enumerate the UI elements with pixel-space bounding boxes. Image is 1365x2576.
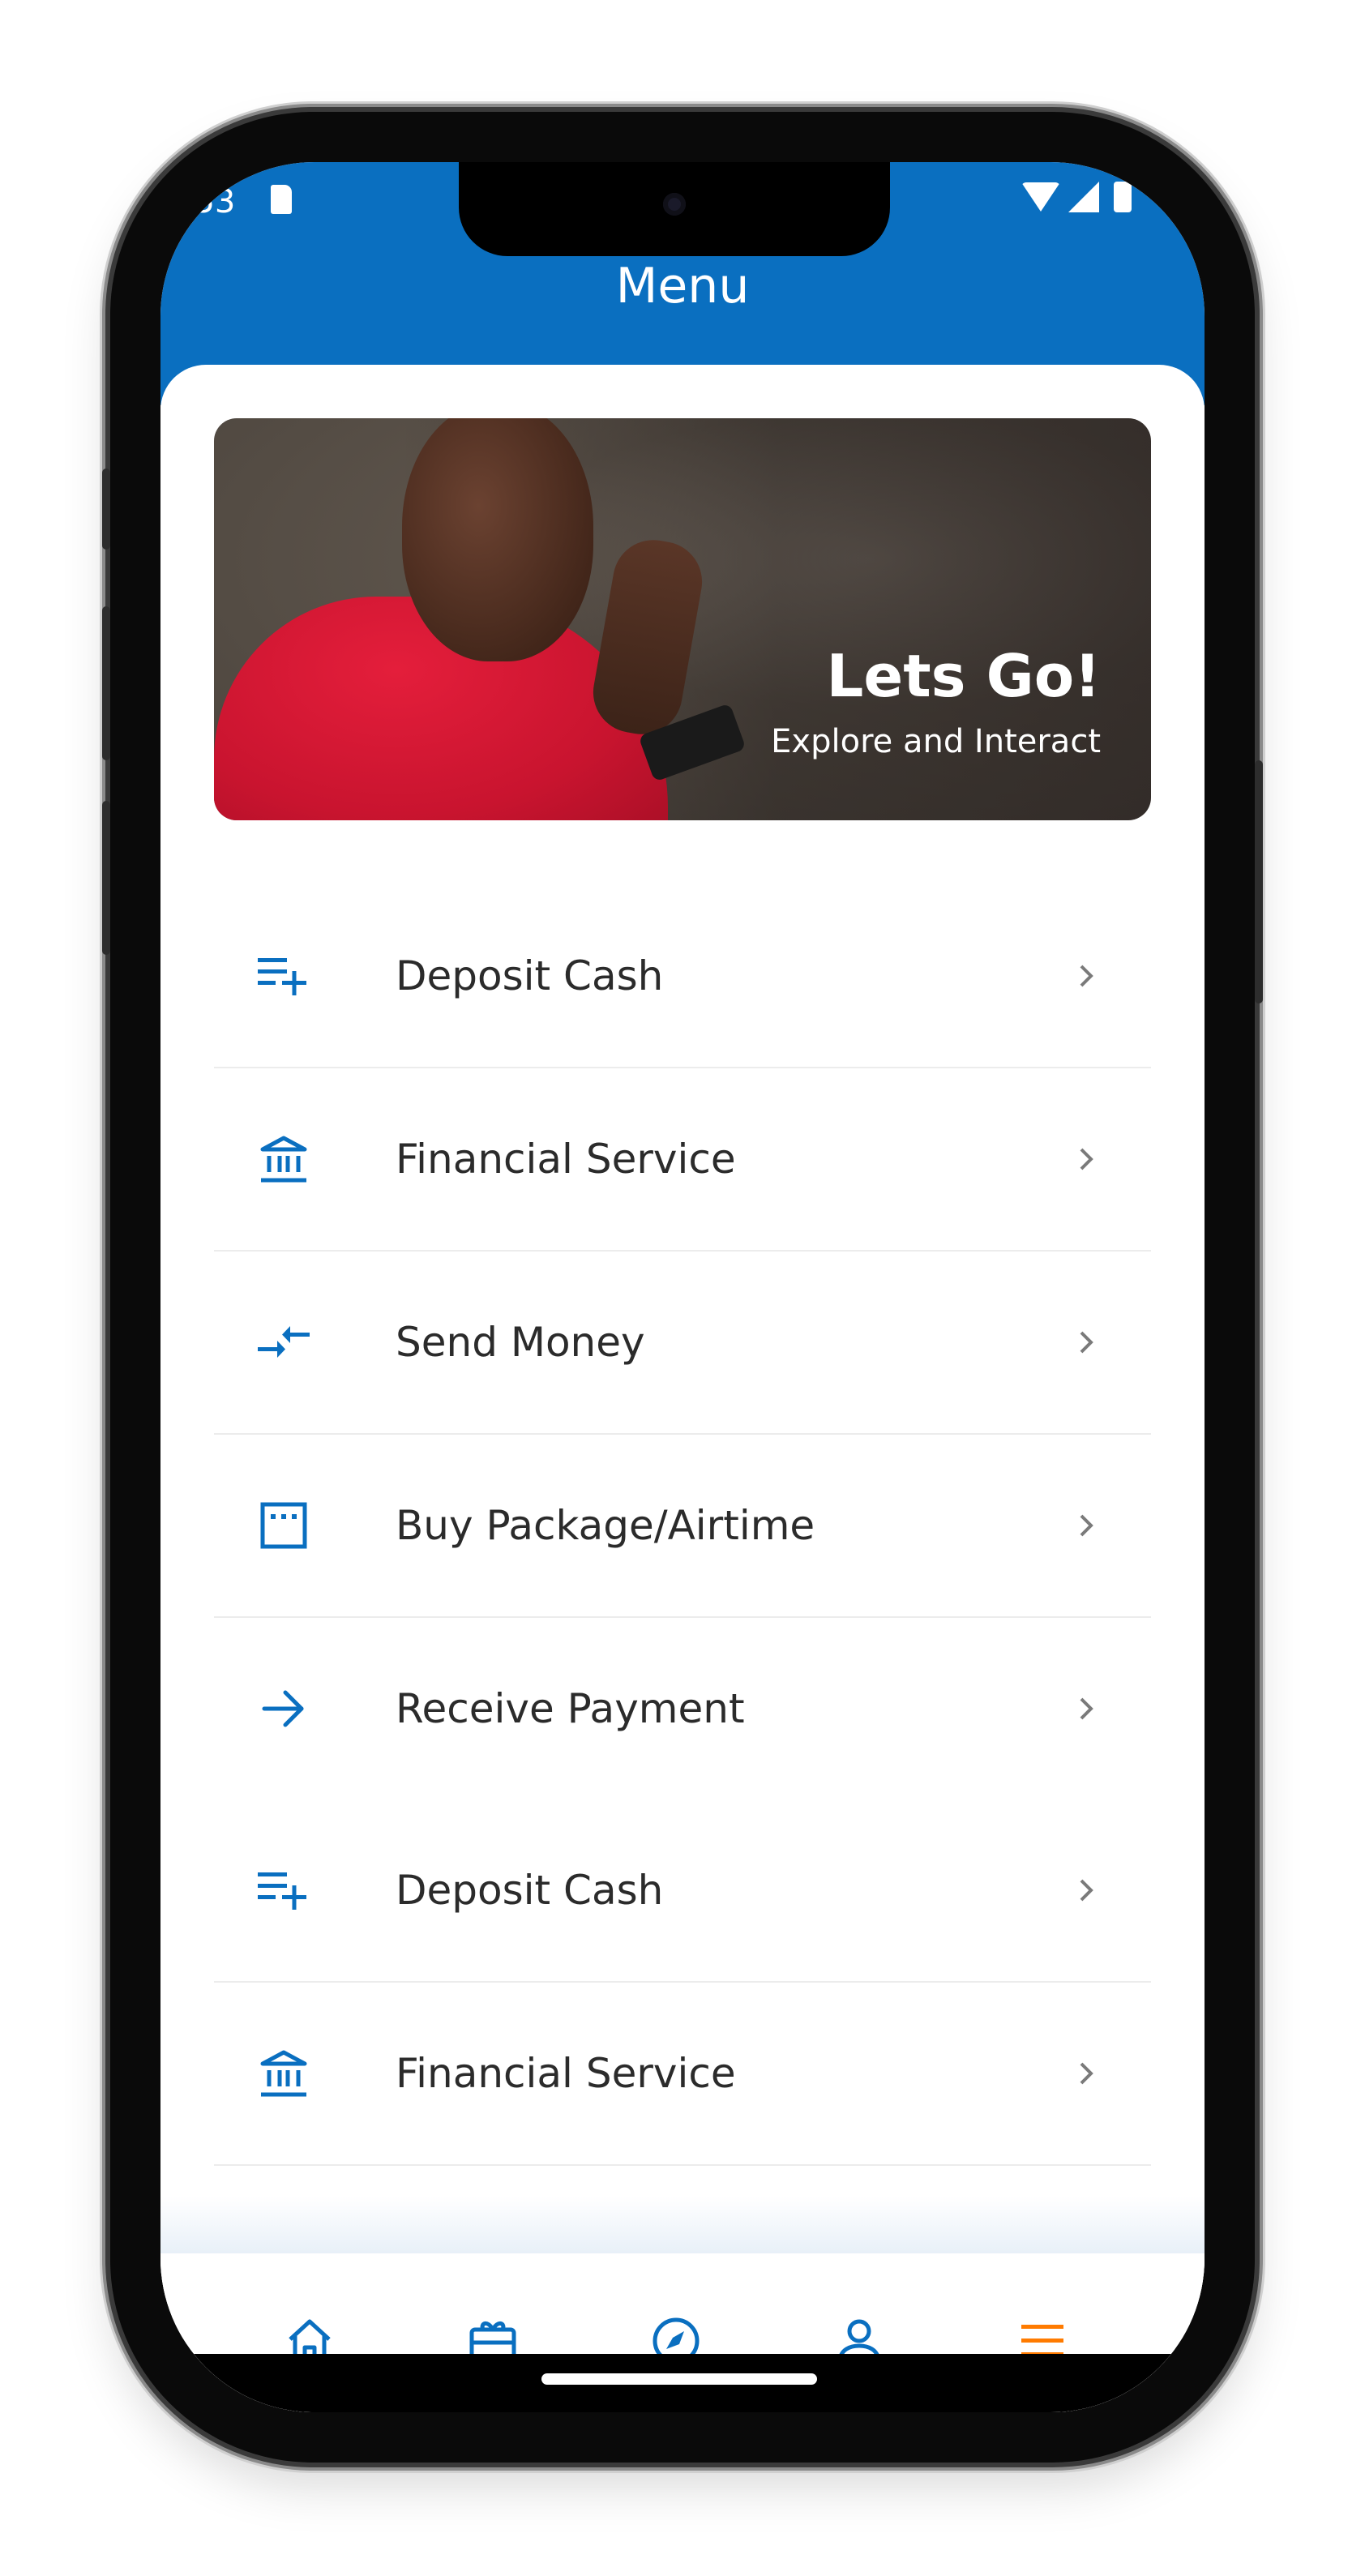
chevron-right-icon [1080, 1514, 1093, 1537]
list-fade [160, 2197, 1205, 2261]
page-title: Menu [615, 258, 750, 315]
menu-item-receive-payment[interactable]: Receive Payment [214, 1618, 1151, 1799]
silent-switch [102, 469, 110, 550]
home-indicator[interactable] [541, 2373, 817, 2385]
content-area: Lets Go! Explore and Interact Deposit Ca… [160, 365, 1205, 2412]
playlist-add-icon [255, 1861, 313, 1919]
screen: :53 Menu Lets Go! Explore and Interact D… [160, 162, 1205, 2412]
playlist-add-icon [255, 947, 313, 1005]
promo-banner[interactable]: Lets Go! Explore and Interact [214, 418, 1151, 820]
menu-item-buy-package[interactable]: Buy Package/Airtime [214, 1435, 1151, 1618]
bank-icon [255, 2044, 313, 2103]
chevron-right-icon [1080, 1879, 1093, 1902]
banner-photo-arm [586, 533, 709, 741]
menu-item-financial-service[interactable]: Financial Service [214, 1068, 1151, 1252]
menu-item-send-money[interactable]: Send Money [214, 1252, 1151, 1435]
menu-item-label: Deposit Cash [396, 952, 664, 999]
menu-item-label: Deposit Cash [396, 1867, 664, 1914]
chevron-right-icon [1080, 1148, 1093, 1170]
volume-up-button [102, 606, 110, 760]
menu-item-deposit-cash[interactable]: Deposit Cash [214, 885, 1151, 1068]
chevron-right-icon [1080, 965, 1093, 987]
status-time: :53 [183, 183, 236, 220]
chevron-right-icon [1080, 2062, 1093, 2085]
menu-item-deposit-cash[interactable]: Deposit Cash [214, 1799, 1151, 1983]
phone-frame: :53 Menu Lets Go! Explore and Interact D… [102, 112, 1263, 2463]
sd-card-icon [271, 185, 292, 214]
volume-down-button [102, 801, 110, 955]
banner-subtitle: Explore and Interact [771, 723, 1101, 760]
menu-list: Deposit Cash Financial Service Send Mone… [214, 885, 1151, 2166]
chevron-right-icon [1080, 1697, 1093, 1720]
signal-icon [1068, 182, 1099, 212]
menu-item-financial-service[interactable]: Financial Service [214, 1983, 1151, 2166]
chevron-right-icon [1080, 1331, 1093, 1354]
menu-item-label: Buy Package/Airtime [396, 1502, 815, 1549]
banner-photo-person [402, 418, 593, 661]
bank-icon [255, 1130, 313, 1188]
arrow-right-icon [255, 1680, 313, 1738]
battery-icon [1114, 182, 1132, 212]
menu-item-label: Financial Service [396, 1136, 736, 1183]
wifi-icon [1021, 182, 1060, 212]
banner-title: Lets Go! [826, 642, 1101, 710]
status-icons [1021, 182, 1132, 212]
menu-item-label: Receive Payment [396, 1685, 745, 1732]
camera-icon [663, 193, 686, 216]
notch [459, 162, 890, 256]
power-button [1255, 760, 1263, 1003]
transfer-arrows-icon [255, 1313, 313, 1371]
menu-item-label: Financial Service [396, 2050, 736, 2097]
menu-item-label: Send Money [396, 1319, 645, 1366]
package-box-icon [255, 1496, 313, 1555]
